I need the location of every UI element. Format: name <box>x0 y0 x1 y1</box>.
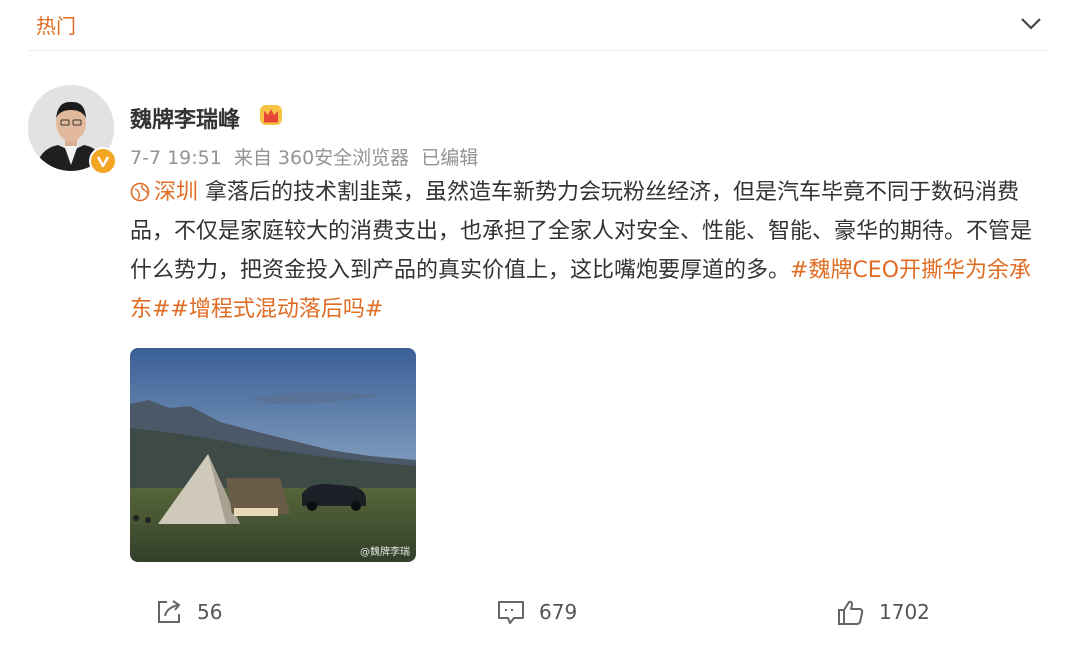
comment-icon <box>498 601 524 624</box>
post-source: 来自 360安全浏览器 <box>233 147 410 169</box>
header-divider <box>28 50 1048 51</box>
edited-label[interactable]: 已编辑 <box>421 147 478 169</box>
repost-button[interactable]: 56 <box>155 596 222 628</box>
like-icon <box>838 600 864 625</box>
post-text: 深圳 拿落后的技术割韭菜，虽然造车新势力会玩粉丝经济，但是汽车毕竟不同于数码消费… <box>130 173 1050 329</box>
like-button[interactable]: 1702 <box>837 596 930 628</box>
comment-count: 679 <box>539 600 578 624</box>
image-watermark: @魏牌李瑞 <box>360 547 410 558</box>
hot-tab-label[interactable]: 热门 <box>36 10 76 39</box>
verified-icon <box>89 147 117 175</box>
location-icon <box>130 182 150 202</box>
repost-count: 56 <box>197 600 223 624</box>
like-count: 1702 <box>879 600 930 624</box>
location-name: 深圳 <box>154 180 199 205</box>
repost-icon <box>158 600 181 623</box>
author-name[interactable]: 魏牌李瑞峰 <box>130 102 240 134</box>
feed-header: 热门 <box>0 0 1078 50</box>
post-image[interactable]: @魏牌李瑞 <box>130 348 416 562</box>
crown-icon <box>260 105 282 125</box>
location-link[interactable]: 深圳 <box>130 180 198 205</box>
comment-button[interactable]: 679 <box>497 596 577 628</box>
chevron-down-icon[interactable] <box>1018 12 1044 34</box>
post-meta: 7-7 19:51 来自 360安全浏览器 已编辑 <box>130 143 484 170</box>
post-time[interactable]: 7-7 19:51 <box>130 147 222 169</box>
